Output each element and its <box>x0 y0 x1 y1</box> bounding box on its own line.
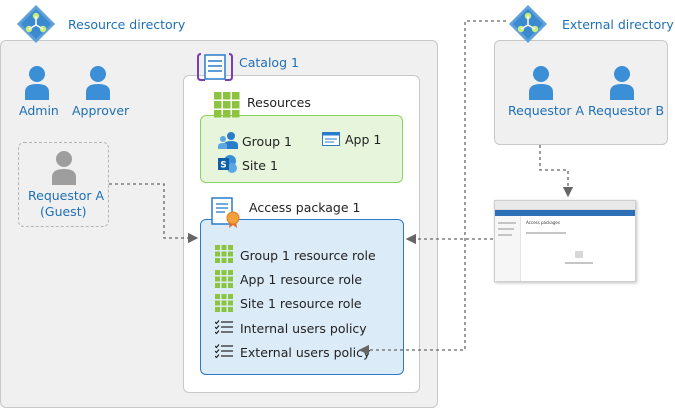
guest-to-access-package-arrow <box>109 183 199 244</box>
connector-arrows <box>109 20 574 356</box>
external-user-to-portal-arrow <box>539 145 574 198</box>
external-directory-to-policy-arrow <box>358 20 506 356</box>
